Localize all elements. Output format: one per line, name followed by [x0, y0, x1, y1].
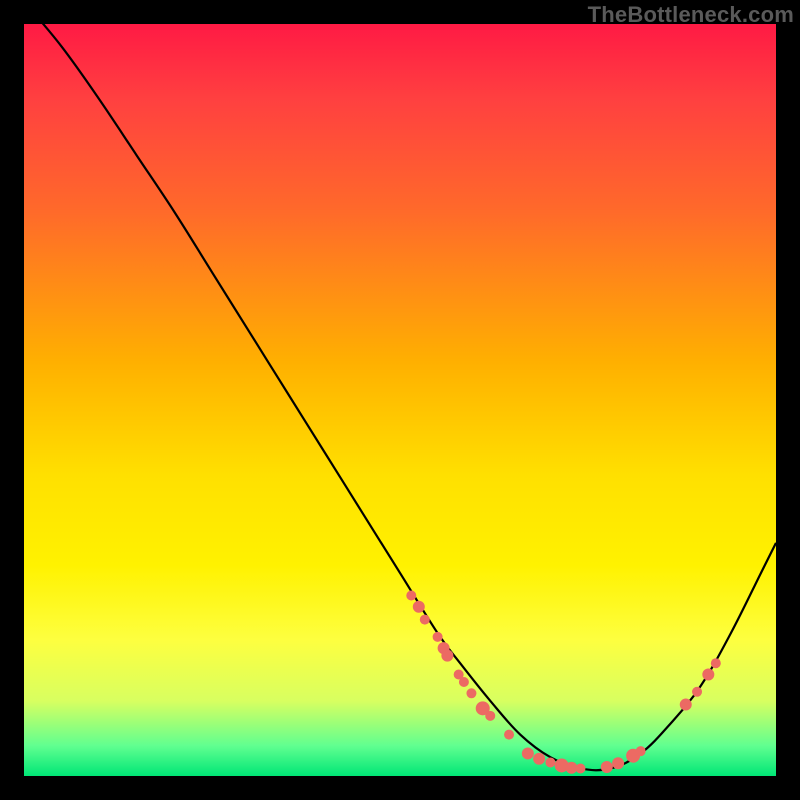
data-marker	[466, 688, 476, 698]
data-marker	[504, 730, 514, 740]
data-marker	[680, 699, 692, 711]
marker-layer	[406, 591, 721, 774]
data-marker	[420, 615, 430, 625]
data-marker	[433, 632, 443, 642]
data-marker	[711, 658, 721, 668]
data-marker	[575, 763, 585, 773]
data-marker	[522, 747, 534, 759]
data-marker	[636, 746, 646, 756]
plot-area	[24, 24, 776, 776]
data-marker	[702, 668, 714, 680]
data-marker	[406, 591, 416, 601]
curve-path	[24, 1, 776, 770]
data-marker	[413, 601, 425, 613]
data-marker	[533, 753, 545, 765]
data-marker	[692, 687, 702, 697]
data-marker	[459, 677, 469, 687]
chart-svg	[24, 24, 776, 776]
data-marker	[441, 650, 453, 662]
chart-container: TheBottleneck.com	[0, 0, 800, 800]
data-marker	[601, 761, 613, 773]
data-marker	[545, 757, 555, 767]
data-marker	[612, 757, 624, 769]
data-marker	[485, 711, 495, 721]
